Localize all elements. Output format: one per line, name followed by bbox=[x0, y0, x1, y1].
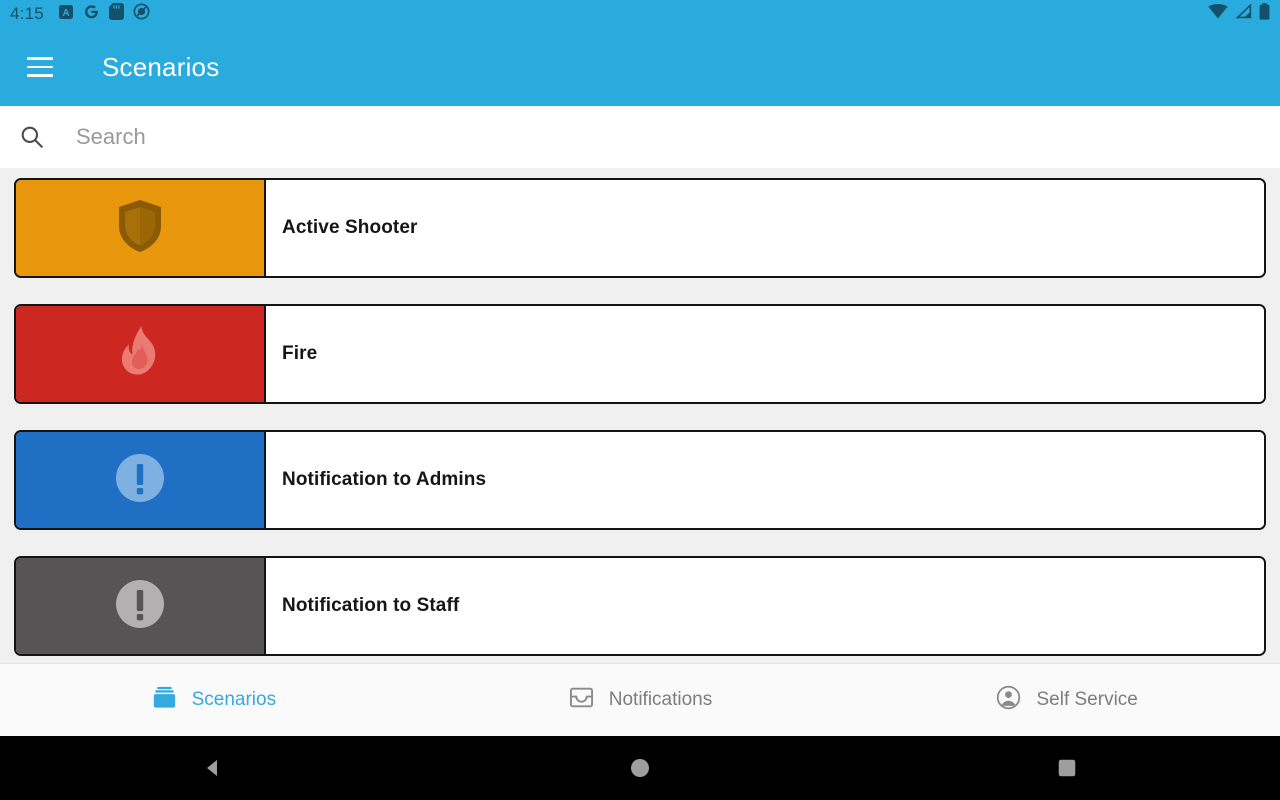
hamburger-menu-icon[interactable] bbox=[18, 45, 62, 89]
tab-self-service[interactable]: Self Service bbox=[853, 684, 1280, 716]
scenario-card-body: Fire bbox=[266, 306, 1264, 402]
shield-icon bbox=[116, 198, 164, 259]
scenario-card-body: Notification to Admins bbox=[266, 432, 1264, 528]
stacked-cards-icon bbox=[151, 684, 178, 716]
scenario-card-active-shooter[interactable]: Active Shooter bbox=[14, 178, 1266, 278]
tab-label: Self Service bbox=[1036, 689, 1138, 710]
app-bar: Scenarios bbox=[0, 28, 1280, 106]
status-bar-clock: 4:15 bbox=[10, 4, 44, 23]
search-bar bbox=[0, 106, 1280, 168]
scenario-label: Notification to Staff bbox=[282, 595, 460, 616]
svg-text:A: A bbox=[62, 8, 69, 19]
page-title: Scenarios bbox=[102, 51, 220, 82]
scenario-label: Active Shooter bbox=[282, 217, 418, 238]
inbox-tray-icon bbox=[568, 684, 595, 716]
cell-signal-icon bbox=[1235, 3, 1252, 24]
scenario-card-body: Notification to Staff bbox=[266, 558, 1264, 654]
status-bar-system-icons bbox=[1208, 3, 1270, 25]
android-navigation-bar bbox=[0, 736, 1280, 800]
scenario-card-body: Active Shooter bbox=[266, 180, 1264, 276]
tab-scenarios[interactable]: Scenarios bbox=[0, 684, 427, 716]
search-input[interactable] bbox=[76, 124, 776, 150]
bottom-tab-bar: Scenarios Notifications Self Service bbox=[0, 663, 1280, 736]
tab-notifications[interactable]: Notifications bbox=[427, 684, 854, 716]
search-icon[interactable] bbox=[14, 124, 50, 150]
google-g-icon bbox=[83, 3, 100, 25]
wifi-icon bbox=[1208, 4, 1228, 24]
exclamation-circle-icon bbox=[114, 452, 166, 509]
scenario-icon-panel bbox=[16, 306, 266, 402]
do-not-disturb-icon bbox=[133, 3, 150, 25]
a-badge-icon: A bbox=[58, 4, 74, 25]
exclamation-circle-icon bbox=[114, 578, 166, 635]
tab-label: Notifications bbox=[608, 689, 713, 710]
sd-card-icon bbox=[108, 3, 124, 25]
scenario-card-fire[interactable]: Fire bbox=[14, 304, 1266, 404]
scenario-card-notification-to-admins[interactable]: Notification to Admins bbox=[14, 430, 1266, 530]
scenario-icon-panel bbox=[16, 558, 266, 654]
scenario-list[interactable]: Active Shooter Fire Notification to Admi… bbox=[0, 168, 1280, 663]
scenario-icon-panel bbox=[16, 432, 266, 528]
status-bar: 4:15 A bbox=[0, 0, 1280, 28]
app-root: 4:15 A Scenarios Search Active Shooter F… bbox=[0, 0, 1280, 800]
scenario-icon-panel bbox=[16, 180, 266, 276]
scenario-label: Notification to Admins bbox=[282, 469, 487, 490]
home-circle-icon[interactable] bbox=[580, 744, 700, 792]
recents-square-icon[interactable] bbox=[1007, 744, 1127, 792]
account-circle-icon bbox=[995, 684, 1022, 716]
back-triangle-icon[interactable] bbox=[153, 744, 273, 792]
flame-icon bbox=[119, 325, 161, 384]
scenario-card-notification-to-staff[interactable]: Notification to Staff bbox=[14, 556, 1266, 656]
battery-icon bbox=[1259, 3, 1270, 25]
status-bar-notification-icons: A bbox=[58, 3, 150, 25]
scenario-label: Fire bbox=[282, 343, 318, 364]
tab-label: Scenarios bbox=[191, 689, 277, 710]
